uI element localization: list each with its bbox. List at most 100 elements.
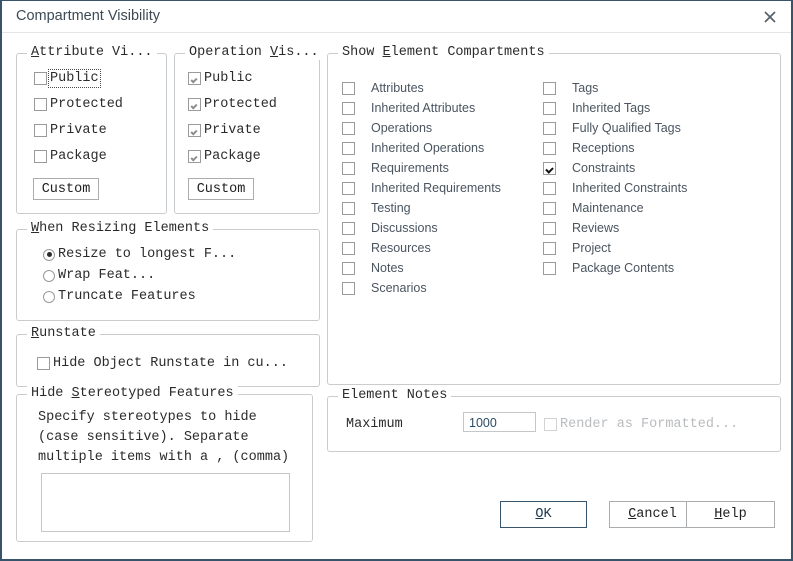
close-icon[interactable] [759,7,781,27]
compartment-inherited-tags-row[interactable]: Inherited Tags [543,101,650,115]
operation-public-checkbox[interactable] [188,72,201,85]
compartment-inherited-operations-checkbox[interactable] [342,141,355,155]
attribute-package-checkbox[interactable] [34,150,47,163]
compartment-fully-qualified-tags-checkbox[interactable] [543,121,556,135]
show-element-compartments-title: Show Element Compartments [338,45,549,60]
wrap-features-label: Wrap Feat... [58,268,156,283]
hide-stereotyped-description-line1: Specify stereotypes to hide [38,410,257,425]
compartment-inherited-requirements-label: Inherited Requirements [371,181,501,195]
render-as-formatted-checkbox[interactable] [544,418,557,431]
compartment-testing-checkbox[interactable] [342,201,355,215]
compartment-inherited-attributes-row[interactable]: Inherited Attributes [342,101,475,115]
compartment-fully-qualified-tags-row[interactable]: Fully Qualified Tags [543,121,681,135]
compartment-attributes-checkbox[interactable] [342,81,355,95]
compartment-discussions-label: Discussions [371,221,438,235]
resize-longest-label: Resize to longest F... [58,247,237,262]
compartment-resources-row[interactable]: Resources [342,241,431,255]
runstate-group: Runstate Hide Object Runstate in cu... [16,326,320,387]
ok-button[interactable]: OK [500,501,587,528]
compartment-package-contents-checkbox[interactable] [543,261,556,275]
operation-protected-checkbox[interactable] [188,98,201,111]
compartment-discussions-checkbox[interactable] [342,221,355,235]
compartment-notes-checkbox[interactable] [342,261,355,275]
compartment-inherited-constraints-checkbox[interactable] [543,181,556,195]
compartment-testing-label: Testing [371,201,411,215]
attribute-private-row[interactable]: Private [34,123,107,138]
compartment-tags-row[interactable]: Tags [543,81,598,95]
compartment-operations-checkbox[interactable] [342,121,355,135]
compartment-operations-row[interactable]: Operations [342,121,432,135]
element-notes-group: Element Notes Maximum 1000 Render as For… [327,388,781,452]
wrap-features-radio-row[interactable]: Wrap Feat... [43,268,155,283]
resize-longest-radio-row[interactable]: Resize to longest F... [43,247,236,262]
attribute-package-row[interactable]: Package [34,149,107,164]
operation-package-row[interactable]: Package [188,149,261,164]
compartment-constraints-row[interactable]: Constraints [543,161,635,175]
hide-object-runstate-checkbox[interactable] [37,357,50,370]
truncate-features-radio[interactable] [43,290,55,303]
compartment-constraints-checkbox[interactable] [543,161,556,175]
attribute-public-row[interactable]: Public [34,69,101,88]
compartment-fully-qualified-tags-label: Fully Qualified Tags [572,121,681,135]
compartment-reviews-checkbox[interactable] [543,221,556,235]
attribute-protected-row[interactable]: Protected [34,97,123,112]
operation-custom-button[interactable]: Custom [188,178,254,200]
operation-package-checkbox[interactable] [188,150,201,163]
compartment-maintenance-row[interactable]: Maintenance [543,201,644,215]
compartment-resources-label: Resources [371,241,431,255]
attribute-package-label: Package [50,149,107,164]
compartment-inherited-operations-row[interactable]: Inherited Operations [342,141,484,155]
attribute-protected-label: Protected [50,97,123,112]
compartment-inherited-tags-label: Inherited Tags [572,101,651,115]
show-element-compartments-group: Show Element Compartments Attributes Inh… [327,45,781,385]
compartment-inherited-requirements-row[interactable]: Inherited Requirements [342,181,501,195]
compartment-package-contents-row[interactable]: Package Contents [543,261,674,275]
compartment-inherited-tags-checkbox[interactable] [543,101,556,115]
operation-private-row[interactable]: Private [188,123,261,138]
attribute-custom-button[interactable]: Custom [33,178,99,200]
compartment-project-row[interactable]: Project [543,241,611,255]
render-as-formatted-row[interactable]: Render as Formatted... [544,417,738,432]
operation-private-checkbox[interactable] [188,124,201,137]
help-button[interactable]: Help [686,501,775,528]
attribute-protected-checkbox[interactable] [34,98,47,111]
compartment-inherited-requirements-checkbox[interactable] [342,181,355,195]
attribute-visibility-title: Attribute Vi... [27,45,157,60]
resize-longest-radio[interactable] [43,248,55,261]
compartment-inherited-attributes-checkbox[interactable] [342,101,355,115]
compartment-receptions-checkbox[interactable] [543,141,556,155]
window-title: Compartment Visibility [16,8,160,24]
compartment-tags-checkbox[interactable] [543,81,556,95]
operation-protected-row[interactable]: Protected [188,97,277,112]
compartment-requirements-checkbox[interactable] [342,161,355,175]
compartment-discussions-row[interactable]: Discussions [342,221,438,235]
stereotypes-input[interactable] [41,473,290,532]
operation-public-row[interactable]: Public [188,71,253,86]
compartment-inherited-operations-label: Inherited Operations [371,141,485,155]
compartment-receptions-row[interactable]: Receptions [543,141,635,155]
cancel-button[interactable]: Cancel [609,501,696,528]
compartment-attributes-row[interactable]: Attributes [342,81,424,95]
operation-private-label: Private [204,123,261,138]
attribute-public-checkbox[interactable] [34,72,47,85]
compartment-notes-label: Notes [371,261,404,275]
compartment-visibility-dialog: Compartment Visibility Attribute Vi... P… [0,0,793,561]
compartment-reviews-row[interactable]: Reviews [543,221,619,235]
compartment-notes-row[interactable]: Notes [342,261,404,275]
wrap-features-radio[interactable] [43,269,55,282]
attribute-visibility-group: Attribute Vi... Public Protected Private… [16,45,167,214]
attribute-private-checkbox[interactable] [34,124,47,137]
compartment-requirements-row[interactable]: Requirements [342,161,449,175]
truncate-features-radio-row[interactable]: Truncate Features [43,289,196,304]
hide-stereotyped-description-line2: (case sensitive). Separate [38,430,249,445]
compartment-scenarios-row[interactable]: Scenarios [342,281,427,295]
compartment-resources-checkbox[interactable] [342,241,355,255]
compartment-inherited-constraints-row[interactable]: Inherited Constraints [543,181,687,195]
compartment-operations-label: Operations [371,121,433,135]
maximum-input[interactable]: 1000 [463,412,536,432]
compartment-scenarios-checkbox[interactable] [342,281,355,295]
compartment-project-checkbox[interactable] [543,241,556,255]
compartment-testing-row[interactable]: Testing [342,201,411,215]
compartment-maintenance-checkbox[interactable] [543,201,556,215]
hide-object-runstate-row[interactable]: Hide Object Runstate in cu... [37,356,288,371]
